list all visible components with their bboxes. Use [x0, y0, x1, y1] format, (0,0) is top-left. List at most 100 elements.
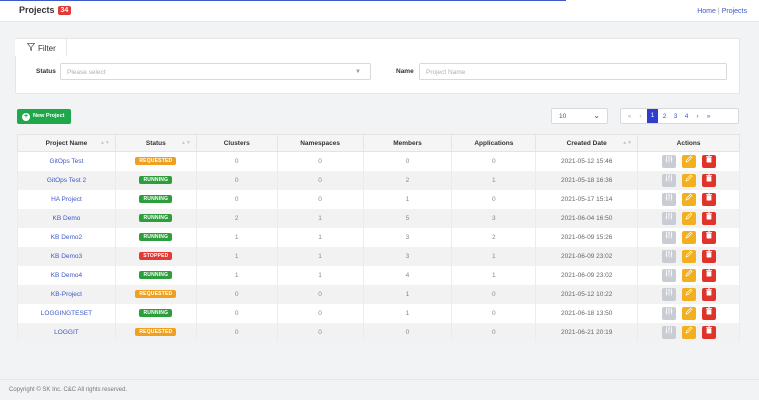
- project-name-link[interactable]: KB-Project: [17, 284, 116, 304]
- trash-icon[interactable]: [701, 325, 716, 339]
- breadcrumb-home[interactable]: Home: [697, 8, 716, 15]
- col-created-date[interactable]: Created Date ▲▼: [535, 134, 639, 152]
- members-cell: 3: [362, 246, 453, 266]
- sliders-icon[interactable]: [661, 230, 676, 244]
- project-name-link[interactable]: HA Project: [17, 189, 116, 209]
- col-namespaces-label: Namespaces: [300, 139, 340, 147]
- sliders-icon[interactable]: [661, 287, 676, 301]
- table-row: KB Demo2 RUNNING 1 1 3 2 2021-06-09 15:26: [17, 227, 740, 247]
- namespaces-cell: 0: [276, 303, 364, 323]
- page-3[interactable]: 3: [671, 113, 680, 120]
- applications-cell: 1: [451, 265, 537, 285]
- sliders-icon[interactable]: [661, 306, 676, 320]
- sliders-icon[interactable]: [661, 211, 676, 225]
- prev-page-icon[interactable]: ‹: [636, 113, 645, 120]
- trash-icon[interactable]: [701, 211, 716, 225]
- status-cell: RUNNING: [114, 189, 197, 209]
- trash-icon[interactable]: [701, 230, 716, 244]
- sliders-icon[interactable]: [661, 154, 676, 168]
- pencil-icon[interactable]: [681, 306, 696, 320]
- trash-icon[interactable]: [701, 154, 716, 168]
- project-name-link[interactable]: KB Demo: [17, 208, 116, 228]
- col-actions-label: Actions: [676, 139, 701, 147]
- project-name-link[interactable]: GitOps Test: [17, 151, 116, 171]
- next-page-icon[interactable]: ›: [693, 113, 702, 120]
- namespaces-cell: 1: [276, 227, 364, 247]
- actions-cell: [637, 303, 740, 323]
- pagination: « ‹ 1 2 3 4 › »: [620, 108, 739, 124]
- project-name-link[interactable]: LOGGIT: [17, 322, 116, 342]
- namespaces-cell: 1: [276, 208, 364, 228]
- table-row: KB-Project REQUESTED 0 0 1 0 2021-05-12 10:22: [17, 284, 740, 304]
- pencil-icon[interactable]: [681, 173, 696, 187]
- table-row: GitOps Test REQUESTED 0 0 0 0 2021-05-12 15:46: [17, 151, 740, 171]
- chevron-down-icon: ▼: [355, 69, 361, 75]
- created-date-cell: 2021-06-09 23:02: [535, 246, 639, 266]
- namespaces-cell: 0: [276, 170, 364, 190]
- namespaces-cell: 0: [276, 322, 364, 342]
- page-4[interactable]: 4: [682, 113, 691, 120]
- status-select[interactable]: Please select ▼: [60, 63, 371, 80]
- col-project-name[interactable]: Project Name ▲▼: [17, 134, 116, 152]
- new-project-button[interactable]: + New Project: [17, 109, 71, 124]
- applications-cell: 3: [451, 208, 537, 228]
- pencil-icon[interactable]: [681, 287, 696, 301]
- project-name-link[interactable]: KB Demo4: [17, 265, 116, 285]
- col-clusters-label: Clusters: [223, 139, 250, 147]
- members-cell: 1: [362, 303, 453, 323]
- status-badge: RUNNING: [139, 195, 173, 203]
- page-size-select[interactable]: 10 ⌄: [551, 108, 608, 124]
- pencil-icon[interactable]: [681, 154, 696, 168]
- sliders-icon[interactable]: [661, 325, 676, 339]
- sliders-icon[interactable]: [661, 173, 676, 187]
- page-size-value: 10: [559, 113, 567, 120]
- trash-icon[interactable]: [701, 173, 716, 187]
- trash-icon[interactable]: [701, 268, 716, 282]
- sliders-icon[interactable]: [661, 268, 676, 282]
- col-members: Members: [362, 134, 453, 152]
- trash-icon[interactable]: [701, 192, 716, 206]
- pencil-icon[interactable]: [681, 249, 696, 263]
- chevron-down-icon: ⌄: [593, 111, 600, 120]
- clusters-cell: 1: [195, 246, 278, 266]
- filter-tab[interactable]: Filter: [15, 39, 67, 56]
- sliders-icon[interactable]: [661, 249, 676, 263]
- trash-icon[interactable]: [701, 287, 716, 301]
- page-2[interactable]: 2: [660, 113, 669, 120]
- table-row: GitOps Test 2 RUNNING 0 0 2 1 2021-05-18 16:36: [17, 170, 740, 190]
- clusters-cell: 0: [195, 284, 278, 304]
- table-row: KB Demo3 STOPPED 1 1 3 1 2021-06-09 23:02: [17, 246, 740, 266]
- project-name-link[interactable]: KB Demo2: [17, 227, 116, 247]
- last-page-icon[interactable]: »: [704, 113, 713, 120]
- sliders-icon[interactable]: [661, 192, 676, 206]
- first-page-icon[interactable]: «: [625, 113, 634, 120]
- actions-cell: [637, 284, 740, 304]
- breadcrumb-projects[interactable]: Projects: [722, 8, 747, 15]
- pencil-icon[interactable]: [681, 211, 696, 225]
- project-name-link[interactable]: KB Demo3: [17, 246, 116, 266]
- project-name-link[interactable]: GitOps Test 2: [17, 170, 116, 190]
- project-name-link[interactable]: LOGGINGTESET: [17, 303, 116, 323]
- status-cell: REQUESTED: [114, 284, 197, 304]
- col-status[interactable]: Status ▲▼: [114, 134, 197, 152]
- table-row: LOGGINGTESET RUNNING 0 0 1 0 2021-06-18 13:50: [17, 303, 740, 323]
- new-project-label: New Project: [33, 113, 65, 119]
- status-badge: REQUESTED: [135, 290, 177, 298]
- page-1[interactable]: 1: [647, 109, 658, 123]
- filter-tab-label: Filter: [38, 44, 56, 53]
- applications-cell: 0: [451, 322, 537, 342]
- created-date-cell: 2021-05-18 16:36: [535, 170, 639, 190]
- pencil-icon[interactable]: [681, 268, 696, 282]
- trash-icon[interactable]: [701, 249, 716, 263]
- applications-cell: 1: [451, 246, 537, 266]
- project-name-input[interactable]: Project Name: [419, 63, 727, 80]
- pencil-icon[interactable]: [681, 230, 696, 244]
- namespaces-cell: 1: [276, 265, 364, 285]
- pencil-icon[interactable]: [681, 192, 696, 206]
- applications-cell: 2: [451, 227, 537, 247]
- pencil-icon[interactable]: [681, 325, 696, 339]
- created-date-cell: 2021-05-12 15:46: [535, 151, 639, 171]
- actions-cell: [637, 189, 740, 209]
- trash-icon[interactable]: [701, 306, 716, 320]
- status-cell: RUNNING: [114, 303, 197, 323]
